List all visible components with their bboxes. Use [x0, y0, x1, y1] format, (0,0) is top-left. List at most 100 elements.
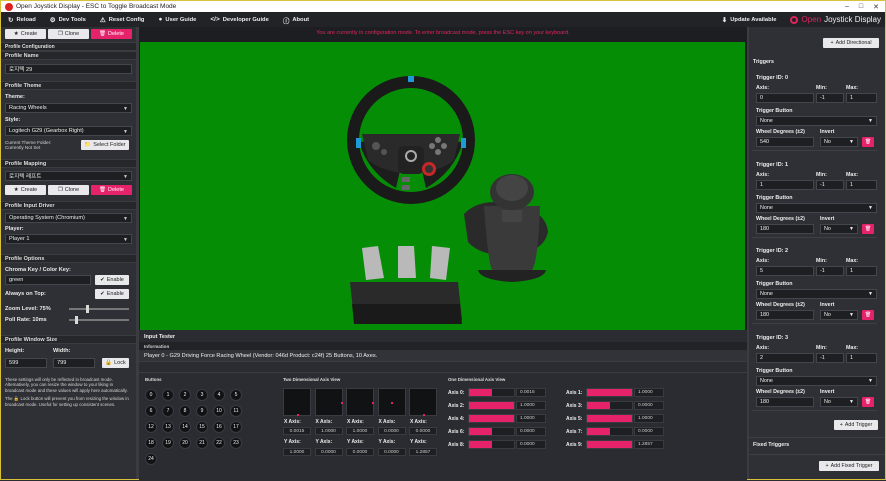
axis-label: Axis 6: [448, 429, 465, 435]
delete-mapping-button[interactable]: 🗑 Delete [91, 185, 132, 195]
axis-value: 1.0000 [516, 401, 546, 410]
axis-2d-point [391, 401, 393, 404]
axis-input[interactable]: 2 [756, 352, 814, 363]
axis-label: Axis 0: [448, 390, 465, 396]
profile-name-header: Profile Name [1, 51, 136, 60]
axis-value: 0.0000 [516, 427, 546, 436]
developer-guide-button[interactable]: </> Developer Guide [203, 12, 275, 27]
style-select[interactable]: Logitech G29 (Gearbox Right) ▼ [5, 126, 132, 136]
min-input[interactable]: -1 [816, 179, 844, 190]
zoom-slider[interactable] [69, 305, 129, 313]
delete-trigger-button[interactable]: 🗑 [862, 396, 874, 407]
dev-tools-button[interactable]: ⚙ Dev Tools [43, 12, 93, 27]
update-available-button[interactable]: ⬇ Update Available [715, 12, 784, 27]
max-input[interactable]: 1 [846, 93, 877, 103]
axis-bar [468, 414, 515, 423]
height-label: Height: [5, 348, 25, 354]
invert-label: Invert [820, 215, 835, 222]
maximize-icon[interactable]: □ [859, 3, 863, 11]
y-axis-label: Y Axis: [378, 439, 396, 445]
axis-label: Axis 9: [566, 442, 583, 448]
tester-button-17: 17 [230, 421, 242, 433]
min-input[interactable]: -1 [816, 352, 844, 363]
chroma-key-input[interactable]: green [5, 275, 91, 285]
create-profile-button[interactable]: ★ Create [5, 29, 46, 39]
wheel-degrees-input[interactable]: 180 [756, 396, 814, 407]
tester-button-16: 16 [213, 421, 225, 433]
poll-rate-slider-handle[interactable] [74, 316, 78, 324]
reset-config-button[interactable]: ⚠ Reset Config [93, 12, 152, 27]
delete-profile-button[interactable]: 🗑 Delete [91, 29, 132, 39]
width-input[interactable]: 799 [53, 358, 95, 368]
invert-value: No [824, 312, 831, 318]
max-input[interactable]: 1 [846, 179, 877, 190]
axis-bar-fill [587, 389, 632, 396]
divider [749, 454, 885, 455]
invert-select[interactable]: No ▼ [820, 310, 858, 320]
trigger-button-select[interactable]: None ▼ [756, 116, 877, 126]
minimize-icon[interactable]: – [845, 3, 849, 11]
add-fixed-trigger-button[interactable]: + Add Fixed Trigger [819, 461, 879, 471]
chroma-enable-button[interactable]: ✔ Enable [95, 275, 129, 285]
y-axis-value: 0.0000 [346, 448, 374, 456]
min-input[interactable]: -1 [816, 266, 844, 276]
create-mapping-button[interactable]: ★ Create [5, 185, 46, 195]
x-axis-label: X Axis: [284, 419, 301, 425]
delete-trigger-button[interactable]: 🗑 [862, 137, 874, 147]
wheel-degrees-input[interactable]: 180 [756, 223, 814, 234]
close-icon[interactable]: ✕ [873, 3, 879, 11]
wheel-degrees-input[interactable]: 180 [756, 310, 814, 320]
trigger-card: Trigger ID: 1 Axis: Min: Max: 1 -1 1 Trigger Bu… [752, 158, 877, 238]
invert-select[interactable]: No ▼ [820, 223, 858, 234]
always-on-top-row: Always on Top: ✔ Enable [1, 289, 136, 301]
add-trigger-button[interactable]: + Add Trigger [834, 420, 878, 430]
trigger-button-select[interactable]: None ▼ [756, 202, 877, 213]
profile-panel: ★ Create ❐ Clone 🗑 Delete Profile Configura… [1, 27, 136, 479]
delete-trigger-button[interactable]: 🗑 [862, 223, 874, 234]
trigger-button-select[interactable]: None ▼ [756, 375, 877, 386]
mapping-select[interactable]: 로지텍 레프트 ▼ [5, 171, 132, 181]
input-driver-select[interactable]: Operating System (Chromium) ▼ [5, 213, 132, 223]
wheel-degrees-input[interactable]: 540 [756, 137, 814, 147]
wheel-degrees-label: Wheel Degrees (±2) [756, 215, 805, 222]
poll-rate-slider[interactable] [69, 316, 129, 324]
chevron-down-icon: ▼ [849, 312, 854, 318]
plus-icon: + [839, 422, 843, 428]
min-input[interactable]: -1 [816, 93, 844, 103]
about-button[interactable]: ⓘ About [276, 12, 316, 27]
player-select[interactable]: Player 1 ▼ [5, 234, 132, 244]
zoom-slider-handle[interactable] [86, 305, 90, 313]
star-icon: ★ [13, 31, 19, 37]
fixed-triggers-title: Fixed Triggers [753, 442, 790, 448]
max-input[interactable]: 1 [846, 266, 877, 276]
clone-mapping-button[interactable]: ❐ Clone [48, 185, 89, 195]
profile-name-input[interactable]: 로지텍 29 [5, 64, 132, 74]
max-input[interactable]: 1 [846, 352, 877, 363]
height-input[interactable]: 599 [5, 358, 47, 368]
copy-icon: ❐ [57, 187, 63, 193]
theme-select[interactable]: Racing Wheels ▼ [5, 103, 132, 113]
select-folder-button[interactable]: 📁 Select Folder [81, 140, 129, 150]
invert-select[interactable]: No ▼ [820, 137, 858, 147]
info-icon: ⓘ [282, 17, 290, 25]
axis-input[interactable]: 1 [756, 179, 814, 190]
reload-button[interactable]: ↻ Reload [1, 12, 43, 27]
axis-input[interactable]: 0 [756, 93, 814, 103]
axis-input[interactable]: 5 [756, 266, 814, 276]
clone-profile-button[interactable]: ❐ Clone [48, 29, 89, 39]
trigger-button-select[interactable]: None ▼ [756, 289, 877, 299]
max-label: Max: [846, 344, 859, 351]
x-axis-label: X Axis: [315, 419, 333, 425]
y-axis-label: Y Axis: [347, 439, 364, 445]
always-on-top-enable-button[interactable]: ✔ Enable [95, 289, 129, 299]
axis-bar-fill [587, 428, 610, 435]
y-axis-value: 1.2857 [409, 448, 437, 456]
lock-button[interactable]: 🔒 Lock [102, 358, 129, 368]
add-directional-button[interactable]: + Add Directional [823, 38, 879, 48]
invert-select[interactable]: No ▼ [820, 396, 858, 407]
tester-button-6: 6 [145, 405, 157, 417]
delete-trigger-button[interactable]: 🗑 [862, 310, 874, 320]
pedals [350, 246, 462, 324]
trigger-button-label: Trigger Button [756, 194, 793, 201]
user-guide-button[interactable]: ● User Guide [151, 12, 203, 27]
